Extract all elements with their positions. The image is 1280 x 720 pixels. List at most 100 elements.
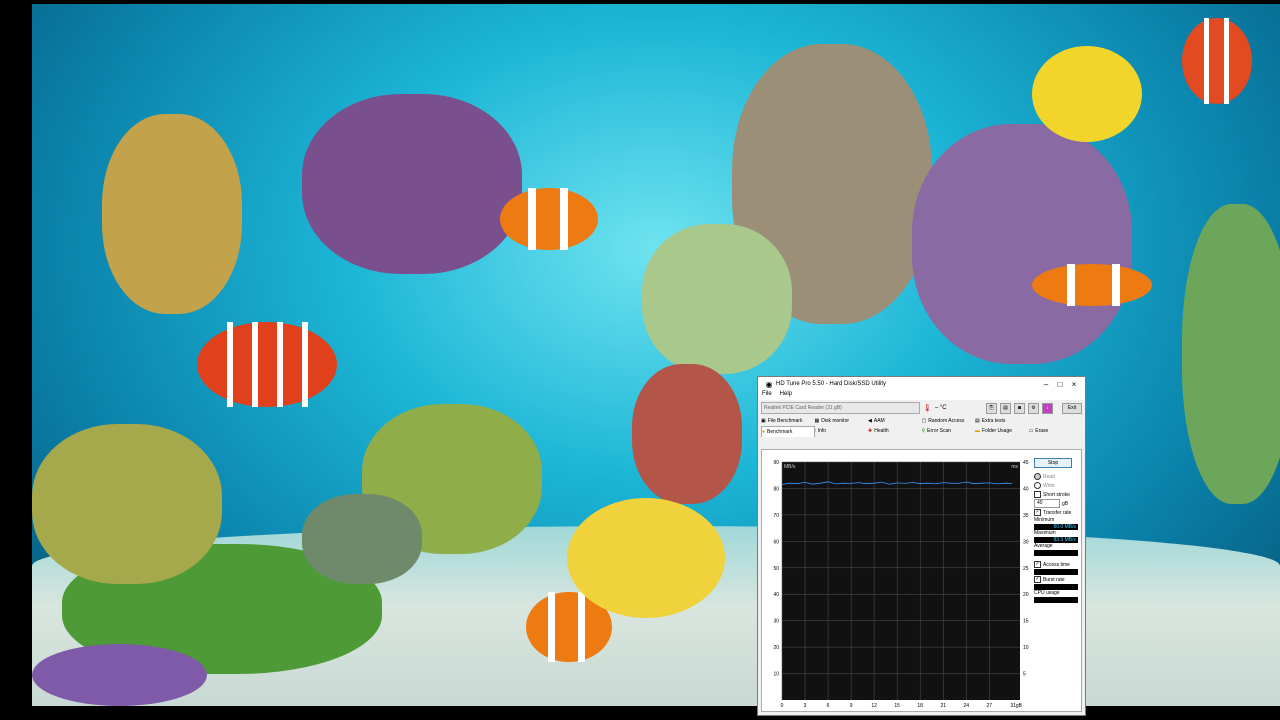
fish-blue-striped [32, 644, 207, 706]
chart-x-tick-label: 0 [781, 703, 784, 709]
chart-y-axis-label: MB/s [784, 464, 796, 470]
chart-y2-tick-label: 45 [1023, 460, 1029, 466]
chart-y2-tick-label: 5 [1023, 672, 1026, 678]
maximize-button[interactable]: □ [1053, 380, 1067, 389]
average-value [1034, 550, 1078, 556]
tab-file-benchmark[interactable]: ▣ File Benchmark [761, 416, 815, 426]
menu-file[interactable]: File [762, 391, 772, 400]
drive-select[interactable]: Realtek PCIE Card Reader (31 gB) [761, 402, 920, 414]
window-title: HD Tune Pro 5.50 - Hard Disk/SSD Utility [776, 381, 887, 387]
tab-random-access[interactable]: ▢ Random Access [922, 416, 976, 426]
chart-x-tick-label: 6 [827, 703, 830, 709]
fish-yellow-tang-2 [567, 498, 725, 618]
cpu-usage-value [1034, 597, 1078, 603]
folder-icon: ▬ [975, 428, 980, 434]
chart-y-tick-label: 40 [773, 592, 779, 598]
disk-monitor-icon: ▦ [814, 418, 820, 424]
benchmark-panel: 10 20 30 40 50 60 70 80 90 5 10 15 20 25 30 35 40 45 0 3 6 9 1… [761, 449, 1082, 712]
chart-x-tick-label: 21 [940, 703, 946, 709]
erase-icon: ▭ [1028, 428, 1034, 434]
coral-yellow-left [32, 424, 222, 584]
chart-y-tick-label: 20 [773, 645, 779, 651]
tab-aam[interactable]: ◀ AAM [868, 416, 922, 426]
chart-plot-area [782, 462, 1020, 700]
chart-y2-tick-label: 10 [1023, 645, 1029, 651]
average-label: Average [1034, 543, 1053, 549]
chart-x-tick-label: 9 [850, 703, 853, 709]
access-time-checkbox[interactable]: ✓ [1034, 561, 1041, 568]
chart-x-tick-label: 12 [871, 703, 877, 709]
toolbar: Realtek PCIE Card Reader (31 gB) 🌡 – °C … [758, 400, 1085, 416]
exit-button[interactable]: Exit [1062, 402, 1082, 414]
tab-error-scan[interactable]: ⚲ Error Scan [922, 426, 976, 436]
chart-x-tick-label: 27 [987, 703, 993, 709]
fish-red-striped [197, 322, 337, 407]
download-icon[interactable]: ↓ [1042, 402, 1053, 414]
chart-y2-tick-label: 15 [1023, 619, 1029, 625]
write-option[interactable]: Write [1034, 481, 1084, 490]
short-stroke-option[interactable]: Short stroke [1034, 490, 1084, 499]
fish-red-small [1182, 18, 1252, 104]
tab-erase[interactable]: ▭ Erase [1029, 426, 1083, 436]
tab-folder-usage[interactable]: ▬ Folder Usage [975, 426, 1029, 436]
stroke-size: 40 gB [1034, 499, 1084, 508]
coral-red [632, 364, 742, 504]
coral-shell [302, 494, 422, 584]
burst-rate-option[interactable]: ✓ Burst rate [1034, 575, 1084, 584]
tab-row-2: ● Benchmark i Info ✚ Health ⚲ Error Scan ▬ Fo… [758, 426, 1085, 437]
maximum-label: Maximum [1034, 530, 1056, 536]
chart-y-tick-label: 90 [773, 460, 779, 466]
tab-benchmark[interactable]: ● Benchmark [761, 426, 815, 437]
tab-disk-monitor[interactable]: ▦ Disk monitor [815, 416, 869, 426]
speaker-icon: ◀ [868, 418, 872, 424]
chart-y-tick-label: 70 [773, 513, 779, 519]
close-button[interactable]: × [1067, 380, 1081, 389]
tab-extra-tests[interactable]: ▤ Extra tests [975, 416, 1029, 426]
copy-icon[interactable]: ⎘ [986, 402, 997, 414]
transfer-rate-checkbox[interactable]: ✓ [1034, 509, 1041, 516]
temperature-readout: – °C [934, 405, 947, 411]
transfer-chart: 10 20 30 40 50 60 70 80 90 5 10 15 20 25 30 35 40 45 0 3 6 9 1… [773, 460, 1029, 709]
short-stroke-checkbox[interactable] [1034, 491, 1041, 498]
transfer-rate-option[interactable]: ✓ Transfer rate [1034, 508, 1084, 517]
info-icon: i [814, 428, 816, 434]
chart-y-tick-label: 30 [773, 619, 779, 625]
tab-health[interactable]: ✚ Health [868, 426, 922, 436]
title-bar[interactable]: ◉ HD Tune Pro 5.50 - Hard Disk/SSD Utili… [758, 377, 1085, 391]
coral-far-right [1182, 204, 1280, 504]
desktop-wallpaper [32, 4, 1280, 706]
options-icon[interactable]: ⚙ [1028, 402, 1039, 414]
tab-info[interactable]: i Info [815, 426, 869, 436]
chart-y-tick-label: 60 [773, 539, 779, 545]
menu-bar: File Help [758, 391, 1085, 400]
benchmark-icon: ● [762, 429, 766, 435]
write-radio[interactable] [1034, 482, 1041, 489]
minimum-label: Minimum [1034, 517, 1055, 523]
menu-help[interactable]: Help [780, 391, 792, 400]
fish-clown-2 [1032, 264, 1152, 306]
cpu-usage-label: CPU usage [1034, 590, 1060, 596]
chart-y-tick-label: 10 [773, 672, 779, 678]
read-option[interactable]: Read [1034, 472, 1084, 481]
chart-x-tick-label: 3 [804, 703, 807, 709]
health-icon: ✚ [868, 428, 873, 434]
paste-icon[interactable]: ▤ [1000, 402, 1011, 414]
chart-x-tick-label: 18 [917, 703, 923, 709]
fish-clown-1 [500, 188, 598, 250]
extra-tests-icon: ▤ [975, 418, 980, 424]
chart-y-tick-label: 80 [773, 486, 779, 492]
random-access-icon: ▢ [921, 418, 927, 424]
read-radio[interactable] [1034, 473, 1041, 480]
camera-icon[interactable]: ◙ [1014, 402, 1025, 414]
minimize-button[interactable]: – [1039, 380, 1053, 389]
stroke-spinner[interactable]: 40 [1034, 499, 1060, 508]
hd-tune-window: ◉ HD Tune Pro 5.50 - Hard Disk/SSD Utili… [757, 376, 1086, 716]
app-icon: ◉ [765, 379, 773, 389]
access-time-option[interactable]: ✓ Access time [1034, 560, 1084, 569]
thermometer-icon: 🌡 [923, 405, 932, 412]
coral-yellow [102, 114, 242, 314]
burst-rate-checkbox[interactable]: ✓ [1034, 576, 1041, 583]
coral-purple [302, 94, 522, 274]
tab-row-1: ▣ File Benchmark ▦ Disk monitor ◀ AAM ▢ Rand… [758, 416, 1085, 426]
stop-button[interactable]: Stop [1034, 458, 1072, 468]
